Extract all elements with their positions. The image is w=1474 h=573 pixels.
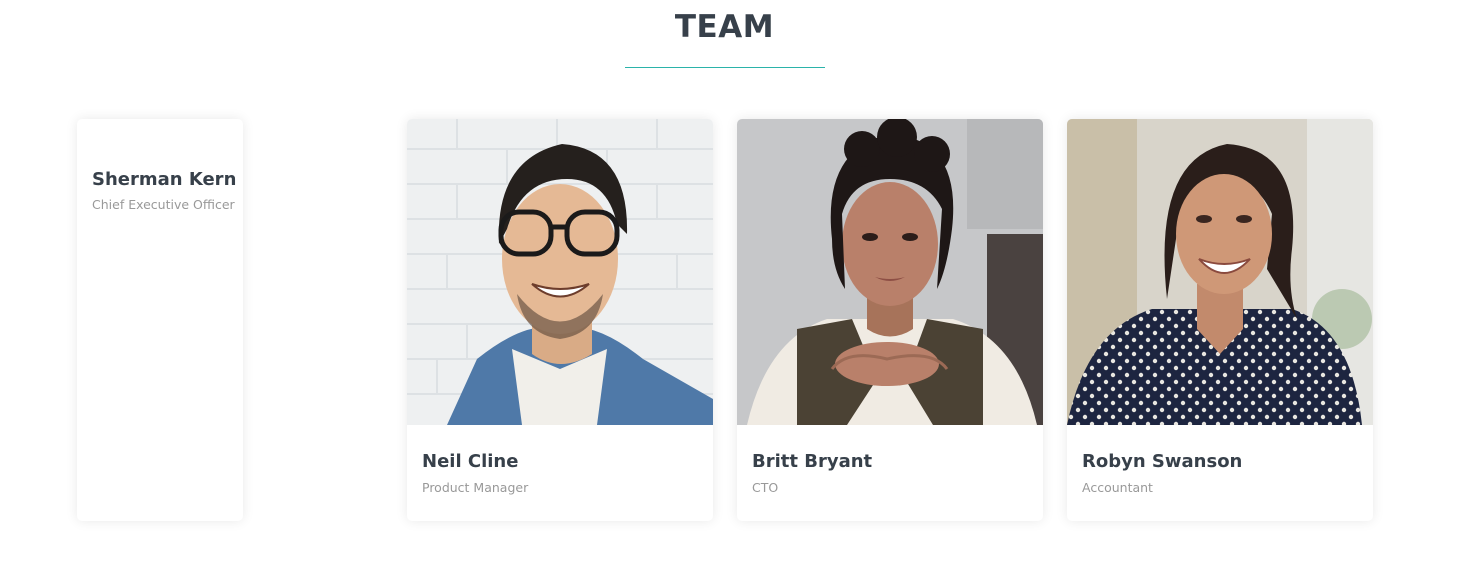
team-member-card[interactable]: Britt Bryant CTO xyxy=(737,119,1043,521)
member-photo xyxy=(1067,119,1373,425)
member-photo xyxy=(407,119,713,425)
member-role: Chief Executive Officer xyxy=(92,197,235,212)
team-member-card[interactable]: Sherman Kern Chief Executive Officer xyxy=(77,119,243,521)
team-member-card[interactable]: Neil Cline Product Manager xyxy=(407,119,713,521)
title-underline xyxy=(625,67,825,68)
member-photo xyxy=(737,119,1043,425)
team-member-card[interactable]: Robyn Swanson Accountant xyxy=(1067,119,1373,521)
member-name: Robyn Swanson xyxy=(1082,451,1243,472)
member-name: Neil Cline xyxy=(422,451,519,472)
member-info: Sherman Kern Chief Executive Officer xyxy=(77,119,243,212)
member-role: CTO xyxy=(752,480,779,495)
member-name: Sherman Kern xyxy=(92,169,237,190)
member-name: Britt Bryant xyxy=(752,451,873,472)
team-section: TEAM Sherman Kern Chief Executive Office… xyxy=(0,0,1474,573)
member-info: Robyn Swanson Accountant xyxy=(1067,425,1373,495)
member-role: Accountant xyxy=(1082,480,1153,495)
member-role: Product Manager xyxy=(422,480,529,495)
member-info: Britt Bryant CTO xyxy=(737,425,1043,495)
section-title: TEAM xyxy=(674,9,775,45)
member-info: Neil Cline Product Manager xyxy=(407,425,713,495)
